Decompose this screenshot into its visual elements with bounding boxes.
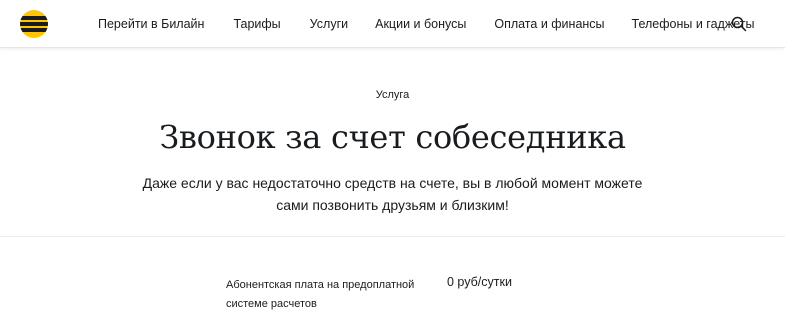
site-header: Перейти в Билайн Тарифы Услуги Акции и б… [0, 0, 785, 48]
service-hero: Услуга Звонок за счет собеседника Даже е… [0, 48, 785, 236]
page-title: Звонок за счет собеседника [159, 118, 626, 156]
section-divider [0, 236, 785, 237]
nav-item-promotions[interactable]: Акции и бонусы [375, 17, 466, 31]
subscription-fee-value: 0 руб/сутки [447, 275, 512, 289]
nav-item-payment[interactable]: Оплата и финансы [494, 17, 604, 31]
main-nav: Перейти в Билайн Тарифы Услуги Акции и б… [98, 0, 754, 48]
beeline-logo[interactable] [20, 10, 48, 38]
service-description: Даже если у вас недостаточно средств на … [142, 175, 643, 213]
nav-item-switch-to-beeline[interactable]: Перейти в Билайн [98, 17, 204, 31]
subscription-fee-label: Абонентская плата на предоплатной систем… [226, 279, 415, 310]
service-category-label: Услуга [375, 89, 410, 101]
nav-item-services[interactable]: Услуги [310, 17, 348, 31]
search-icon[interactable] [731, 16, 747, 32]
nav-item-tariffs[interactable]: Тарифы [233, 17, 280, 31]
